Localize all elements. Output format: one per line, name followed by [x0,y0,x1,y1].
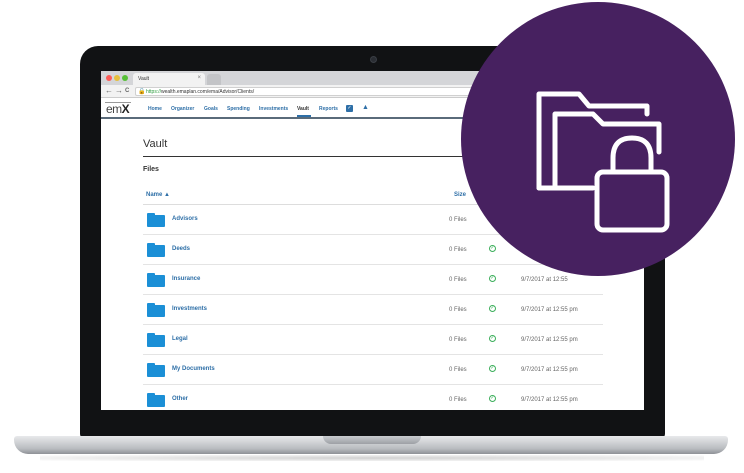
folder-modified-date: 9/7/2017 at 12:55 [521,277,568,283]
nav-reports[interactable]: Reports [319,106,338,112]
folder-name-link[interactable]: Investments [172,306,207,312]
folder-name-link[interactable]: Insurance [172,276,200,282]
browser-tab-title: Vault [138,76,150,82]
folder-icon [147,213,165,227]
folder-name-link[interactable]: Other [172,396,188,402]
nav-vault[interactable]: Vault [297,106,309,112]
folder-name-link[interactable]: Legal [172,336,188,342]
folder-size: 0 Files [449,277,467,283]
folder-size: 0 Files [449,307,467,313]
browser-tab[interactable]: Vault × [133,73,205,85]
folder-modified-date: 9/7/2017 at 12:55 pm [521,397,578,403]
folder-name-link[interactable]: Deeds [172,246,190,252]
folder-modified-date: 9/7/2017 at 12:55 pm [521,367,578,373]
secure-lock-icon: 🔒 [138,89,146,95]
nav-goals[interactable]: Goals [204,106,218,112]
folder-name-link[interactable]: My Documents [172,366,215,372]
logo-text: em [106,102,122,116]
folder-size: 0 Files [449,397,467,403]
folder-icon [147,393,165,407]
active-nav-indicator [297,115,311,117]
new-tab-button[interactable] [207,74,221,85]
back-icon[interactable]: ← [105,86,113,95]
file-row[interactable]: Legal 0 Files ✓ 9/7/2017 at 12:55 pm [143,325,603,355]
check-circle-icon: ✓ [489,335,496,342]
nav-organizer[interactable]: Organizer [171,106,194,112]
address-bar[interactable]: 🔒 https://wealth.emaplan.com/ema/Advisor… [135,87,495,96]
check-circle-icon: ✓ [489,365,496,372]
folder-modified-date: 9/7/2017 at 12:55 pm [521,337,578,343]
folder-icon [147,363,165,377]
emx-logo[interactable]: emX [106,102,130,116]
window-minimize-icon[interactable] [114,75,120,81]
section-heading: Files [143,166,159,173]
folder-size: 0 Files [449,367,467,373]
folder-size: 0 Files [449,337,467,343]
window-close-icon[interactable] [106,75,112,81]
nav-home[interactable]: Home [148,106,162,112]
logo-x: X [121,102,130,116]
folder-name-link[interactable]: Advisors [172,216,198,222]
locked-folder-icon [536,91,670,233]
url-path: wealth.emaplan.com/ema/Advisor/Clients/ [161,89,255,95]
tab-close-icon[interactable]: × [197,75,201,81]
nav-investments[interactable]: Investments [259,106,288,112]
check-circle-icon: ✓ [489,305,496,312]
reload-icon[interactable]: C [125,88,129,94]
nav-spending[interactable]: Spending [227,106,250,112]
vault-badge [461,2,735,276]
folder-icon [147,303,165,317]
page-title: Vault [143,138,168,150]
url-scheme: https:// [146,89,162,95]
check-circle-icon: ✓ [489,395,496,402]
tasks-checkbox-icon[interactable]: ✓ [346,105,353,112]
check-circle-icon: ✓ [489,275,496,282]
forward-icon[interactable]: → [115,86,123,95]
folder-icon [147,273,165,287]
sort-by-name-header[interactable]: Name ▲ [146,192,170,198]
window-maximize-icon[interactable] [122,75,128,81]
folder-icon [147,243,165,257]
camera-icon [370,56,377,63]
marketing-illustration: Vault × ← → C 🔒 https://wealth.emaplan.c… [0,0,744,473]
laptop-notch [323,436,421,444]
laptop-shadow [40,455,704,461]
bell-icon[interactable]: ▲ [362,104,369,111]
file-row[interactable]: Investments 0 Files ✓ 9/7/2017 at 12:55 pm [143,295,603,325]
file-row[interactable]: My Documents 0 Files ✓ 9/7/2017 at 12:55 pm [143,355,603,385]
folder-icon [147,333,165,347]
folder-modified-date: 9/7/2017 at 12:55 pm [521,307,578,313]
file-row[interactable]: Other 0 Files ✓ 9/7/2017 at 12:55 pm [143,385,603,410]
